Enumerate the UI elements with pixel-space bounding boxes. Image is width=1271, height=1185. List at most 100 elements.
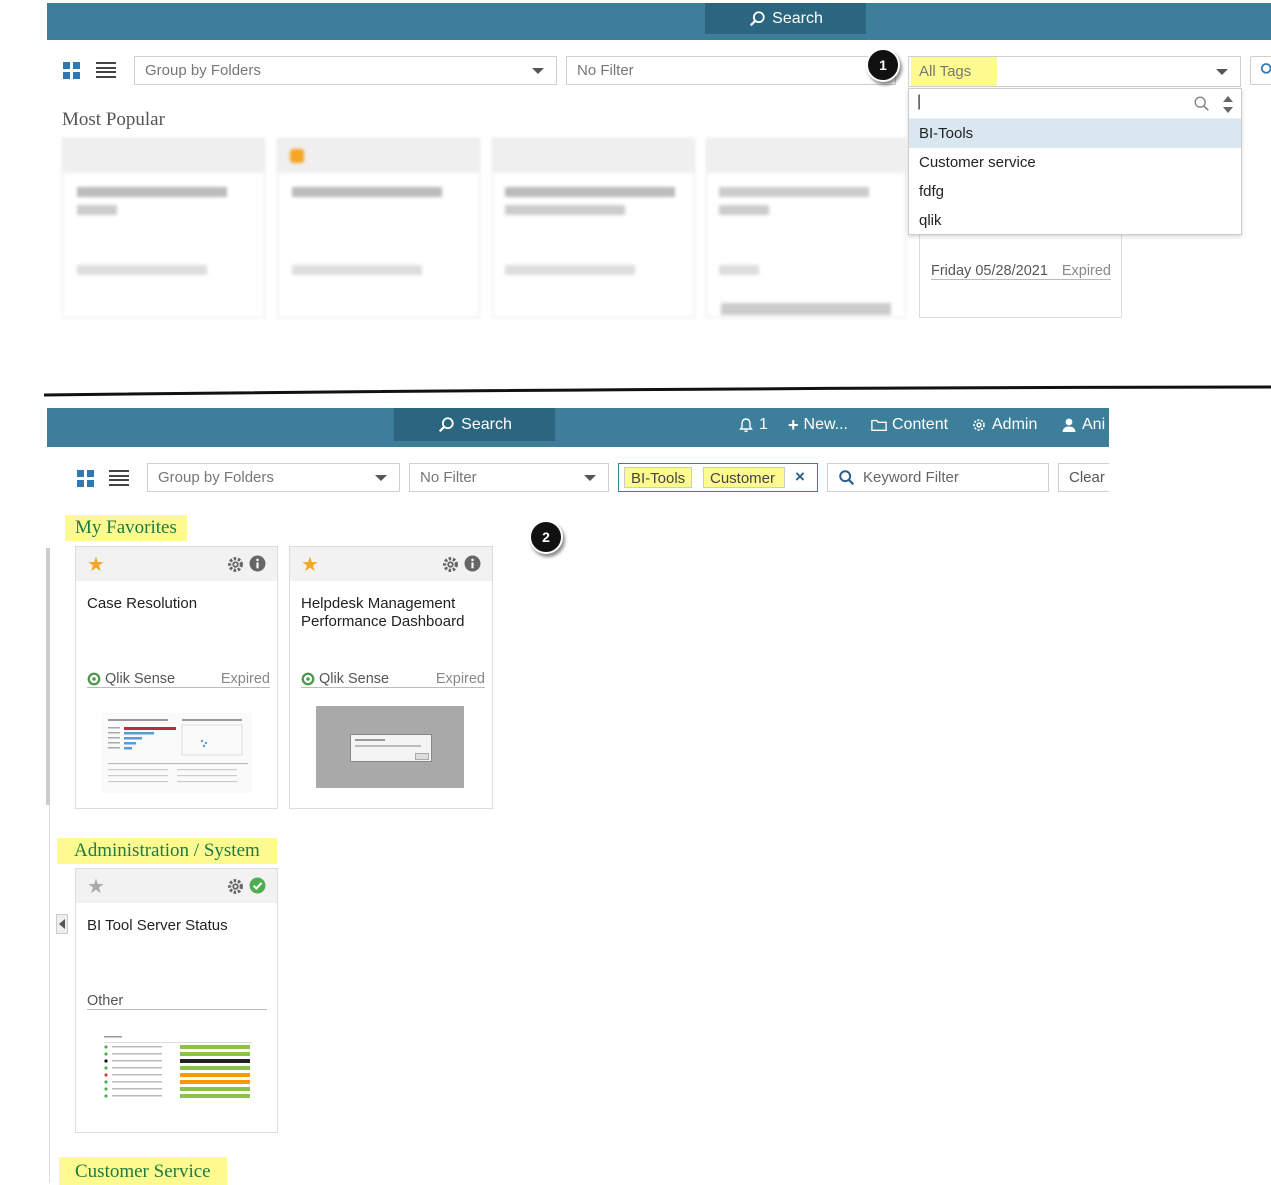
clear-label: Clear	[1069, 469, 1105, 486]
star-icon[interactable]: ★	[87, 874, 105, 899]
card-date: Friday 05/28/2021	[931, 263, 1048, 279]
keyword-filter-input[interactable]: Keyword Filter	[827, 463, 1049, 492]
tile-view-icon[interactable]	[77, 470, 94, 487]
gear-icon	[973, 419, 985, 431]
user-menu-button[interactable]: Ani	[1061, 416, 1109, 434]
card-meta: Other	[87, 993, 267, 1010]
gear-icon[interactable]	[227, 556, 244, 573]
filter-value: No Filter	[577, 62, 634, 79]
search-label: Search	[461, 415, 512, 433]
group-by-value: Group by Folders	[145, 62, 261, 79]
group-by-select[interactable]: Group by Folders	[134, 56, 557, 85]
collapse-sidebar-icon[interactable]	[56, 914, 68, 934]
card-meta: Qlik Sense Expired	[87, 671, 270, 688]
sidebar-strip	[46, 548, 50, 805]
admin-label: Admin	[992, 416, 1038, 433]
card-status: Expired	[1061, 263, 1111, 279]
search-icon	[1260, 63, 1271, 74]
report-card[interactable]: ★ Helpdesk Management Performance Dashbo…	[289, 546, 493, 809]
card-source: Qlik Sense	[319, 671, 390, 687]
tags-value: All Tags	[911, 57, 998, 86]
most-popular-heading: Most Popular	[62, 109, 165, 130]
dialog-thumbnail	[316, 706, 464, 788]
section-heading-customer-service: Customer Service	[59, 1157, 227, 1185]
tag-option[interactable]: qlik	[909, 206, 1241, 235]
card-title: BI Tool Server Status	[87, 917, 228, 934]
screenshot-divider	[44, 385, 1271, 397]
gear-icon[interactable]	[442, 556, 459, 573]
bottom-search-button[interactable]: Search	[394, 408, 555, 441]
card-title: Case Resolution	[87, 595, 198, 612]
scroll-up-icon[interactable]	[1223, 96, 1233, 102]
plus-icon: +	[788, 415, 799, 435]
tags-select[interactable]: All Tags	[908, 56, 1241, 87]
chevron-down-icon	[375, 474, 387, 481]
search-label: Search	[772, 9, 823, 27]
new-label: New...	[803, 416, 848, 433]
step-badge-2: 2	[529, 520, 563, 554]
qlik-logo-icon	[301, 672, 315, 686]
star-icon[interactable]: ★	[301, 552, 319, 577]
card-title: Helpdesk Management Performance Dashboar…	[301, 595, 465, 630]
tags-search-value: |	[917, 93, 922, 110]
tags-search-input[interactable]: |	[909, 89, 1241, 119]
tag-chip[interactable]: BI-Tools	[624, 467, 693, 488]
list-view-icon[interactable]	[109, 470, 129, 486]
search-icon	[750, 10, 765, 26]
card-status: Expired	[220, 671, 270, 687]
tag-chip[interactable]: Customer	[703, 467, 785, 488]
top-search-button[interactable]: Search	[705, 3, 866, 34]
group-by-select[interactable]: Group by Folders	[147, 463, 400, 492]
status-table-thumbnail	[102, 1034, 252, 1104]
info-icon[interactable]	[464, 555, 481, 572]
dashboard-thumbnail	[102, 713, 252, 793]
star-icon[interactable]: ★	[87, 552, 105, 577]
blurred-card	[62, 138, 265, 318]
content-button[interactable]: Content	[871, 416, 948, 434]
content-label: Content	[892, 416, 949, 433]
partial-card[interactable]: Friday 05/28/2021 Expired	[919, 225, 1122, 318]
notifications-button[interactable]: 1	[738, 416, 768, 434]
admin-button[interactable]: Admin	[971, 416, 1037, 434]
info-icon[interactable]	[249, 555, 266, 572]
clear-tags-icon[interactable]: ×	[795, 467, 805, 487]
card-meta: Qlik Sense Expired	[301, 671, 485, 688]
top-navbar	[47, 3, 1271, 40]
bell-icon	[739, 418, 753, 433]
clear-button[interactable]: Clear	[1058, 463, 1109, 492]
gear-icon[interactable]	[227, 878, 244, 895]
filter-select[interactable]: No Filter	[409, 463, 609, 492]
report-card[interactable]: ★ Case Resolution Qlik Sense Expired	[75, 546, 278, 809]
search-icon	[1194, 96, 1209, 111]
list-view-icon[interactable]	[96, 62, 116, 78]
chevron-down-icon	[1216, 68, 1228, 75]
sidebar-line	[49, 805, 50, 1183]
keyword-input-edge[interactable]	[1250, 56, 1271, 85]
group-by-value: Group by Folders	[158, 469, 274, 486]
tag-option[interactable]: fdfg	[909, 177, 1241, 206]
report-card[interactable]: ★ BI Tool Server Status Other	[75, 868, 278, 1133]
tile-view-icon[interactable]	[63, 62, 80, 79]
notification-count: 1	[759, 416, 768, 433]
tags-selected-box[interactable]: BI-Tools Customer ×	[618, 463, 818, 492]
search-icon	[439, 416, 454, 432]
tag-option[interactable]: Customer service	[909, 148, 1241, 177]
user-icon	[1062, 418, 1076, 432]
new-button[interactable]: + New...	[788, 416, 848, 434]
user-label: Ani	[1082, 416, 1106, 433]
tags-dropdown: | BI-Tools Customer service fdfg qlik	[908, 88, 1242, 235]
folder-icon	[871, 419, 887, 431]
tag-option[interactable]: BI-Tools	[909, 119, 1241, 148]
filter-select[interactable]: No Filter	[566, 56, 896, 85]
card-source: Qlik Sense	[105, 671, 176, 687]
section-heading-favorites: My Favorites	[65, 515, 187, 541]
bottom-navbar	[47, 408, 1109, 447]
scroll-down-icon[interactable]	[1223, 107, 1233, 113]
chevron-down-icon	[532, 67, 544, 74]
blurred-card	[492, 138, 695, 318]
card-status: Expired	[435, 671, 485, 687]
keyword-placeholder: Keyword Filter	[863, 469, 959, 486]
chevron-down-icon	[584, 474, 596, 481]
card-source: Other	[87, 993, 124, 1009]
check-circle-icon	[249, 877, 266, 894]
